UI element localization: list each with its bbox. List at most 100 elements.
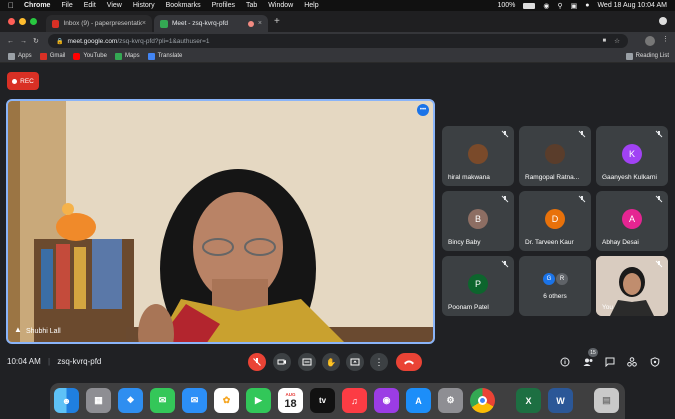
photos-icon[interactable]: ✿ bbox=[214, 388, 239, 413]
more-menu-icon[interactable]: ⋮ bbox=[662, 35, 669, 43]
chrome-icon[interactable] bbox=[470, 388, 495, 413]
menu-file[interactable]: File bbox=[61, 2, 72, 9]
menu-app-name[interactable]: Chrome bbox=[24, 2, 50, 9]
youtube-icon bbox=[73, 52, 81, 60]
recording-badge[interactable]: REC bbox=[7, 72, 39, 90]
podcasts-icon[interactable]: ◉ bbox=[374, 388, 399, 413]
tab-search-icon[interactable] bbox=[659, 17, 667, 25]
facetime-icon[interactable]: ▶ bbox=[246, 388, 271, 413]
control-center-icon[interactable]: ▣ bbox=[571, 2, 578, 10]
mail-icon[interactable]: ✉ bbox=[182, 388, 207, 413]
hand-icon: ✋ bbox=[326, 357, 336, 367]
main-speaker-video[interactable]: ••• ▲ Shubhi Lall bbox=[6, 99, 435, 344]
camera-toggle-button[interactable] bbox=[273, 353, 291, 371]
profile-avatar[interactable] bbox=[645, 36, 655, 46]
tab-inbox[interactable]: Inbox (9) - paperpresentation × bbox=[46, 15, 152, 32]
more-options-button[interactable]: ⋮ bbox=[370, 353, 388, 371]
menu-history[interactable]: History bbox=[133, 2, 155, 9]
trash-icon[interactable]: ▤ bbox=[594, 388, 619, 413]
bookmark-label: Translate bbox=[157, 53, 183, 59]
captions-button[interactable] bbox=[298, 353, 316, 371]
tab-close-icon[interactable]: × bbox=[258, 20, 262, 27]
bookmark-translate[interactable]: Translate bbox=[147, 52, 183, 60]
participant-tile[interactable]: D Dr. Tarveen Kaur bbox=[519, 191, 591, 251]
participant-tile[interactable]: hiral makwana bbox=[442, 126, 514, 186]
apple-icon[interactable]:  bbox=[8, 1, 14, 10]
people-button[interactable]: 15 bbox=[581, 348, 598, 369]
messages-icon[interactable]: ✉ bbox=[150, 388, 175, 413]
tab-meet[interactable]: Meet - zsq-kvrq-pfd × bbox=[154, 15, 268, 32]
launchpad-icon[interactable]: ▦ bbox=[86, 388, 111, 413]
menu-bookmarks[interactable]: Bookmarks bbox=[166, 2, 201, 9]
tab-close-icon[interactable]: × bbox=[142, 20, 146, 27]
menubar-datetime[interactable]: Wed 18 Aug 10:04 AM bbox=[597, 2, 667, 9]
avatar: G bbox=[543, 273, 555, 285]
music-icon[interactable]: ♫ bbox=[342, 388, 367, 413]
close-window-button[interactable] bbox=[8, 18, 15, 25]
menu-tab[interactable]: Tab bbox=[246, 2, 257, 9]
finder-icon[interactable]: ☻ bbox=[54, 388, 79, 413]
participant-tile[interactable]: Ramgopal Ratna... bbox=[519, 126, 591, 186]
bookmark-youtube[interactable]: YouTube bbox=[73, 52, 107, 60]
avatar: P bbox=[468, 274, 488, 294]
mic-toggle-button[interactable] bbox=[248, 353, 266, 371]
participant-name: Poonam Patel bbox=[448, 304, 489, 311]
menu-view[interactable]: View bbox=[107, 2, 122, 9]
mic-off-icon bbox=[253, 358, 261, 366]
forward-icon[interactable]: → bbox=[20, 38, 27, 45]
bookmark-apps[interactable]: Apps bbox=[8, 52, 32, 60]
present-button[interactable] bbox=[346, 353, 364, 371]
participant-tile[interactable]: A Abhay Desai bbox=[596, 191, 668, 251]
meeting-details-button[interactable] bbox=[558, 355, 572, 369]
system-preferences-icon[interactable]: ⚙ bbox=[438, 388, 463, 413]
minimize-window-button[interactable] bbox=[19, 18, 26, 25]
reload-icon[interactable]: ↻ bbox=[33, 37, 39, 45]
participant-tile[interactable]: K Gaanyesh Kulkarni bbox=[596, 126, 668, 186]
others-tile[interactable]: G R 6 others bbox=[519, 256, 591, 316]
zoom-window-button[interactable] bbox=[30, 18, 37, 25]
chat-button[interactable] bbox=[603, 355, 617, 369]
bookmark-star-icon[interactable]: ☆ bbox=[614, 37, 620, 45]
apple-tv-icon[interactable]: tv bbox=[310, 388, 335, 413]
host-controls-button[interactable] bbox=[648, 355, 662, 369]
wifi-icon[interactable]: ◉ bbox=[543, 2, 549, 10]
participant-tile[interactable]: P Poonam Patel bbox=[442, 256, 514, 316]
siri-icon[interactable]: ● bbox=[585, 2, 589, 9]
menu-edit[interactable]: Edit bbox=[84, 2, 96, 9]
lock-icon[interactable]: 🔒 bbox=[56, 38, 63, 45]
more-options-badge[interactable]: ••• bbox=[417, 104, 429, 116]
maps-icon bbox=[114, 52, 122, 60]
pin-icon[interactable]: ▲ bbox=[14, 325, 22, 334]
excel-icon[interactable]: X bbox=[516, 388, 541, 413]
address-bar[interactable]: 🔒 meet.google.com /zsq-kvrq-pfd?pli=1&au… bbox=[48, 34, 628, 48]
avatar bbox=[468, 144, 488, 164]
back-icon[interactable]: ← bbox=[7, 38, 14, 45]
meeting-info: 10:04 AM | zsq-kvrq-pfd bbox=[7, 357, 101, 366]
record-dot-icon bbox=[12, 78, 18, 84]
mic-off-icon bbox=[655, 195, 663, 203]
participant-name: You bbox=[602, 304, 613, 311]
battery-icon[interactable] bbox=[523, 2, 536, 9]
menu-help[interactable]: Help bbox=[304, 2, 318, 9]
captions-icon bbox=[302, 358, 312, 366]
avatar: A bbox=[622, 209, 642, 229]
bookmark-gmail[interactable]: Gmail bbox=[39, 52, 65, 60]
menu-profiles[interactable]: Profiles bbox=[212, 2, 235, 9]
camera-permission-icon[interactable]: ■ bbox=[603, 38, 607, 44]
reading-list-button[interactable]: Reading List bbox=[625, 52, 669, 60]
activities-button[interactable] bbox=[625, 355, 639, 369]
safari-icon[interactable]: ❖ bbox=[118, 388, 143, 413]
search-icon[interactable]: ⚲ bbox=[557, 2, 562, 10]
bookmark-maps[interactable]: Maps bbox=[114, 52, 140, 60]
menu-window[interactable]: Window bbox=[268, 2, 293, 9]
participant-tile[interactable]: B Bincy Baby bbox=[442, 191, 514, 251]
leave-call-button[interactable] bbox=[396, 353, 422, 371]
participant-name: Gaanyesh Kulkarni bbox=[602, 174, 657, 181]
tv-label: tv bbox=[318, 396, 327, 405]
calendar-icon[interactable]: AUG 18 bbox=[278, 388, 303, 413]
new-tab-button[interactable]: + bbox=[274, 16, 280, 27]
raise-hand-button[interactable]: ✋ bbox=[322, 353, 340, 371]
app-store-icon[interactable]: A bbox=[406, 388, 431, 413]
word-icon[interactable]: W bbox=[548, 388, 573, 413]
self-view-tile[interactable]: You bbox=[596, 256, 668, 316]
